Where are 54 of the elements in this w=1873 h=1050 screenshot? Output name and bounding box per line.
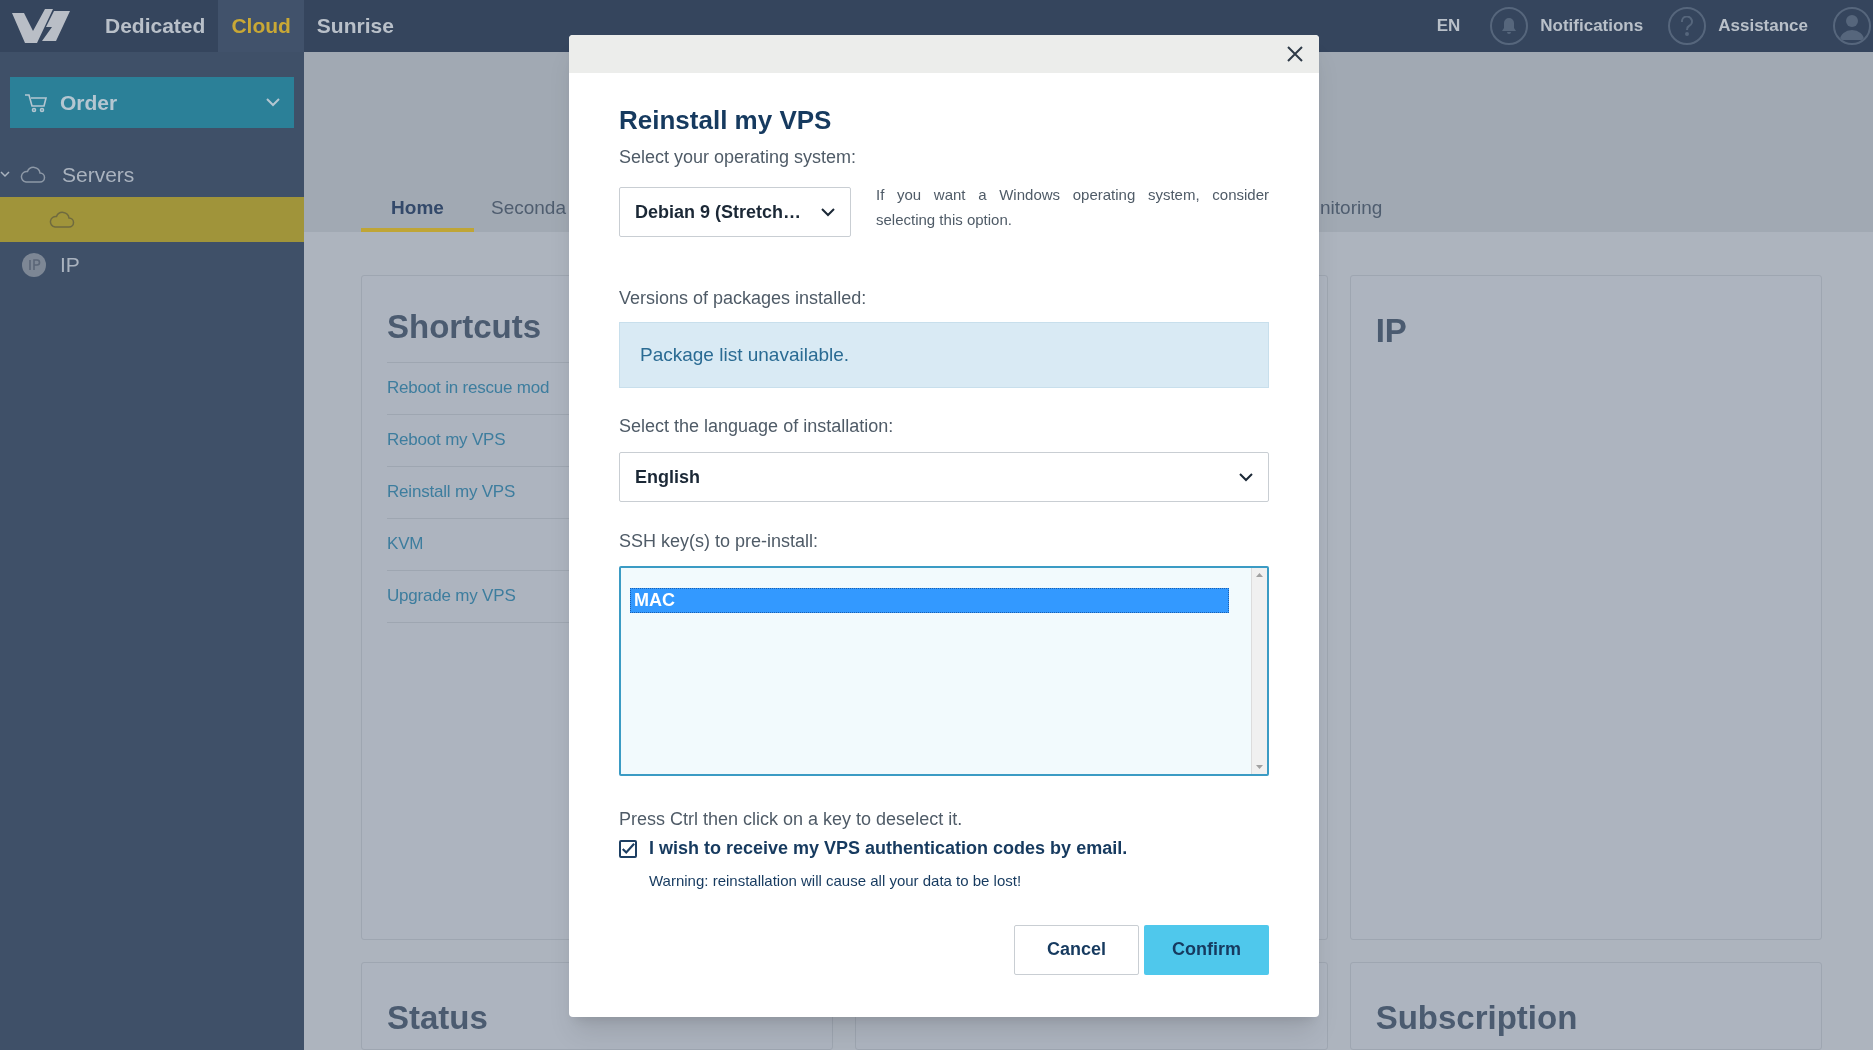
shortcut-link[interactable]: Reboot my VPS [387, 427, 506, 453]
ip-icon [22, 252, 46, 277]
ssh-key-list[interactable]: MAC [619, 566, 1269, 776]
tab[interactable]: nitoring [1320, 188, 1383, 232]
warning-text: Warning: reinstallation will cause all your data to be lost! [649, 871, 1023, 891]
cart-icon [24, 92, 48, 113]
card-title: Subscription [1375, 998, 1579, 1038]
help-icon[interactable] [1668, 7, 1707, 45]
language-select[interactable]: English [619, 452, 1269, 502]
assistance-button[interactable]: Assistance [1718, 13, 1808, 39]
tab[interactable]: Seconda [491, 188, 566, 232]
logo-icon [10, 7, 72, 45]
ssh-key-option[interactable]: MAC [630, 588, 1229, 613]
nav-tab[interactable]: Cloud [218, 0, 304, 52]
card-title: IP [1375, 311, 1408, 351]
shortcut-link[interactable]: Reboot in rescue mod [387, 375, 550, 401]
info-message: Package list unavailable. [619, 322, 1269, 388]
shortcut-link[interactable]: KVM [387, 531, 424, 557]
nav-tab[interactable]: Dedicated [92, 0, 219, 52]
ssh-hint: Press Ctrl then click on a key to deselect it. [619, 808, 964, 831]
scroll-down-icon [1256, 765, 1263, 769]
cloud-icon [49, 210, 75, 229]
notifications-button[interactable]: Notifications [1540, 13, 1644, 39]
language-button[interactable]: EN [1436, 13, 1461, 39]
sidebar-item[interactable]: Servers [0, 152, 304, 197]
chevron-down-icon [266, 98, 280, 107]
chevron-down-icon [1239, 472, 1253, 482]
dialog-title: Reinstall my VPS [619, 104, 833, 136]
user-icon[interactable] [1833, 7, 1871, 45]
card-title: Status [387, 998, 489, 1038]
confirm-button[interactable]: Confirm [1144, 924, 1269, 975]
cloud-icon [20, 165, 46, 184]
bell-icon[interactable] [1490, 7, 1529, 45]
scroll-up-icon [1256, 573, 1263, 577]
email-checkbox[interactable] [619, 839, 637, 858]
shortcut-link[interactable]: Upgrade my VPS [387, 583, 516, 609]
sidebar-item[interactable] [0, 197, 304, 242]
shortcut-link[interactable]: Reinstall my VPS [387, 479, 516, 505]
close-icon [1287, 46, 1303, 62]
order-button[interactable]: Order [10, 77, 294, 128]
close-button[interactable] [1285, 44, 1305, 64]
field-label: SSH key(s) to pre-install: [619, 530, 820, 553]
sidebar-item[interactable]: IP [0, 242, 304, 287]
cancel-button[interactable]: Cancel [1014, 924, 1139, 975]
os-hint: If you want a Windows operating system, consider selecting this option. [876, 185, 1269, 230]
checkbox-label[interactable]: I wish to receive my VPS authentication codes by email. [649, 835, 1128, 862]
scrollbar[interactable] [1251, 568, 1267, 774]
nav-tab[interactable]: Sunrise [303, 0, 407, 52]
caret-icon [0, 171, 10, 178]
field-label: Select your operating system: [619, 146, 858, 169]
tab[interactable]: Home [361, 188, 474, 232]
os-select[interactable]: Debian 9 (Stretch… [619, 187, 851, 237]
field-label: Select the language of installation: [619, 415, 895, 438]
chevron-down-icon [821, 207, 835, 217]
